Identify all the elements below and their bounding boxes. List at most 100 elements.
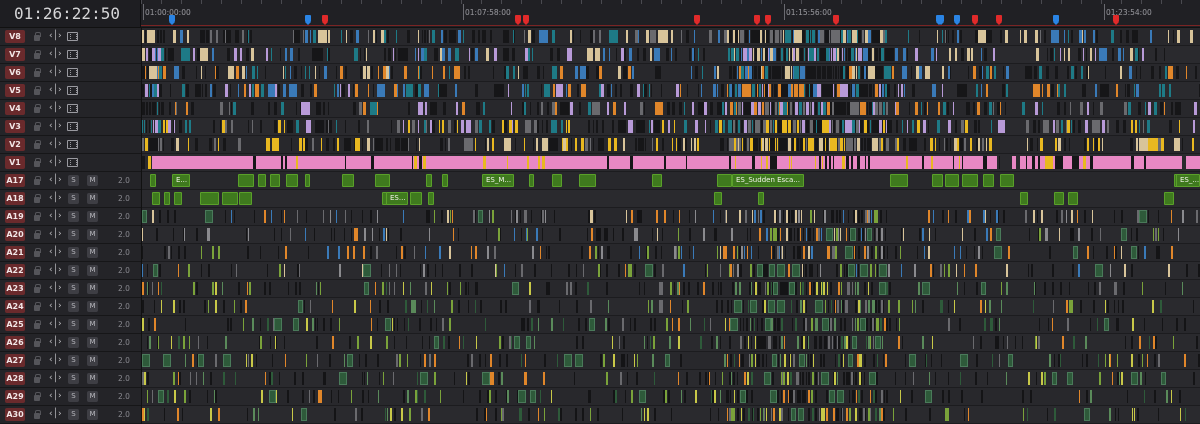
audio-clip[interactable]: [452, 210, 453, 223]
audio-clip[interactable]: [327, 246, 329, 259]
video-clip[interactable]: [363, 66, 366, 79]
audio-clip[interactable]: [654, 318, 656, 331]
audio-clip[interactable]: [1149, 336, 1150, 349]
video-clip[interactable]: [618, 156, 621, 169]
video-clip[interactable]: [908, 30, 909, 43]
audio-clip[interactable]: [877, 354, 878, 367]
audio-clip[interactable]: [375, 174, 390, 187]
audio-clip[interactable]: [778, 354, 779, 367]
video-clip[interactable]: [271, 48, 272, 61]
video-clip[interactable]: [148, 156, 151, 169]
audio-clip[interactable]: [848, 372, 850, 385]
video-clip[interactable]: [702, 66, 703, 79]
audio-clip[interactable]: [835, 246, 837, 259]
video-clip[interactable]: [948, 156, 951, 169]
video-clip[interactable]: [512, 48, 515, 61]
video-clip[interactable]: [427, 30, 428, 43]
audio-clip[interactable]: [1160, 300, 1162, 313]
audio-clip[interactable]: [465, 282, 467, 295]
audio-clip[interactable]: [797, 246, 801, 259]
video-clip[interactable]: [356, 30, 359, 43]
red-marker-icon[interactable]: [833, 15, 839, 25]
track-label[interactable]: A26: [5, 336, 25, 349]
video-clip[interactable]: [1037, 138, 1038, 151]
video-clip[interactable]: [384, 48, 386, 61]
audio-clip[interactable]: [331, 390, 332, 403]
auto-select-icon[interactable]: ‹│›: [49, 319, 62, 330]
video-clip[interactable]: [833, 156, 834, 169]
video-clip[interactable]: [664, 156, 666, 169]
video-clip[interactable]: [142, 138, 144, 151]
video-clip[interactable]: [607, 102, 609, 115]
audio-clip[interactable]: [759, 282, 761, 295]
video-clip[interactable]: [742, 138, 743, 151]
video-clip[interactable]: [1068, 30, 1069, 43]
audio-clip[interactable]: [152, 210, 154, 223]
video-clip[interactable]: [346, 30, 347, 43]
video-clip[interactable]: [416, 138, 417, 151]
video-clip[interactable]: [268, 84, 275, 97]
video-clip[interactable]: [1161, 138, 1164, 151]
audio-clip[interactable]: [401, 246, 403, 259]
audio-clip[interactable]: [1007, 336, 1008, 349]
audio-clip[interactable]: [499, 336, 501, 349]
video-clip[interactable]: [329, 120, 332, 133]
video-clip[interactable]: [163, 120, 165, 133]
audio-clip[interactable]: [826, 408, 828, 421]
track-lane-v3[interactable]: [142, 118, 1200, 136]
video-clip[interactable]: [630, 84, 633, 97]
video-clip[interactable]: [161, 48, 164, 61]
video-clip[interactable]: [513, 66, 515, 79]
video-clip[interactable]: [765, 138, 768, 151]
video-clip[interactable]: [796, 48, 799, 61]
audio-clip[interactable]: [878, 228, 880, 241]
video-clip[interactable]: [1051, 30, 1059, 43]
audio-clip[interactable]: [771, 408, 772, 421]
video-clip[interactable]: [646, 30, 649, 43]
video-clip[interactable]: [1118, 48, 1121, 61]
audio-clip[interactable]: [740, 264, 742, 277]
audio-clip[interactable]: [737, 372, 738, 385]
audio-clip[interactable]: [860, 408, 862, 421]
video-clip[interactable]: [852, 66, 855, 79]
video-clip[interactable]: [316, 102, 321, 115]
video-clip[interactable]: [1046, 66, 1049, 79]
audio-clip[interactable]: [769, 264, 775, 277]
video-clip[interactable]: [791, 120, 792, 133]
audio-clip[interactable]: [538, 318, 539, 331]
video-clip[interactable]: [976, 84, 978, 97]
audio-clip[interactable]: [1054, 354, 1055, 367]
audio-clip[interactable]: [1178, 228, 1179, 241]
audio-clip[interactable]: [870, 408, 871, 421]
audio-clip[interactable]: [1003, 336, 1004, 349]
audio-clip[interactable]: [485, 318, 486, 331]
video-clip[interactable]: [1067, 120, 1070, 133]
audio-clip[interactable]: [489, 390, 491, 403]
video-clip[interactable]: [806, 120, 809, 133]
video-clip[interactable]: [762, 102, 764, 115]
video-clip[interactable]: [791, 66, 792, 79]
video-clip[interactable]: [168, 120, 171, 133]
video-clip[interactable]: [1064, 102, 1066, 115]
audio-clip[interactable]: [394, 336, 395, 349]
audio-clip[interactable]: [811, 264, 813, 277]
audio-clip[interactable]: [982, 246, 983, 259]
video-clip[interactable]: [532, 30, 535, 43]
audio-clip[interactable]: [870, 336, 871, 349]
video-clip[interactable]: [800, 156, 802, 169]
audio-clip[interactable]: [613, 354, 615, 367]
video-clip[interactable]: [1090, 156, 1093, 169]
track-volume[interactable]: 2.0: [118, 410, 130, 419]
audio-clip[interactable]: [441, 210, 443, 223]
audio-clip[interactable]: [381, 264, 382, 277]
video-clip[interactable]: [440, 138, 443, 151]
audio-clip[interactable]: [1045, 228, 1048, 241]
audio-clip[interactable]: [764, 372, 771, 385]
video-clip[interactable]: [306, 120, 311, 133]
red-marker-icon[interactable]: [996, 15, 1002, 25]
audio-clip[interactable]: [393, 372, 394, 385]
track-label[interactable]: V5: [5, 84, 25, 97]
audio-clip[interactable]: [656, 210, 658, 223]
audio-clip[interactable]: [1039, 228, 1041, 241]
audio-clip[interactable]: [839, 210, 841, 223]
